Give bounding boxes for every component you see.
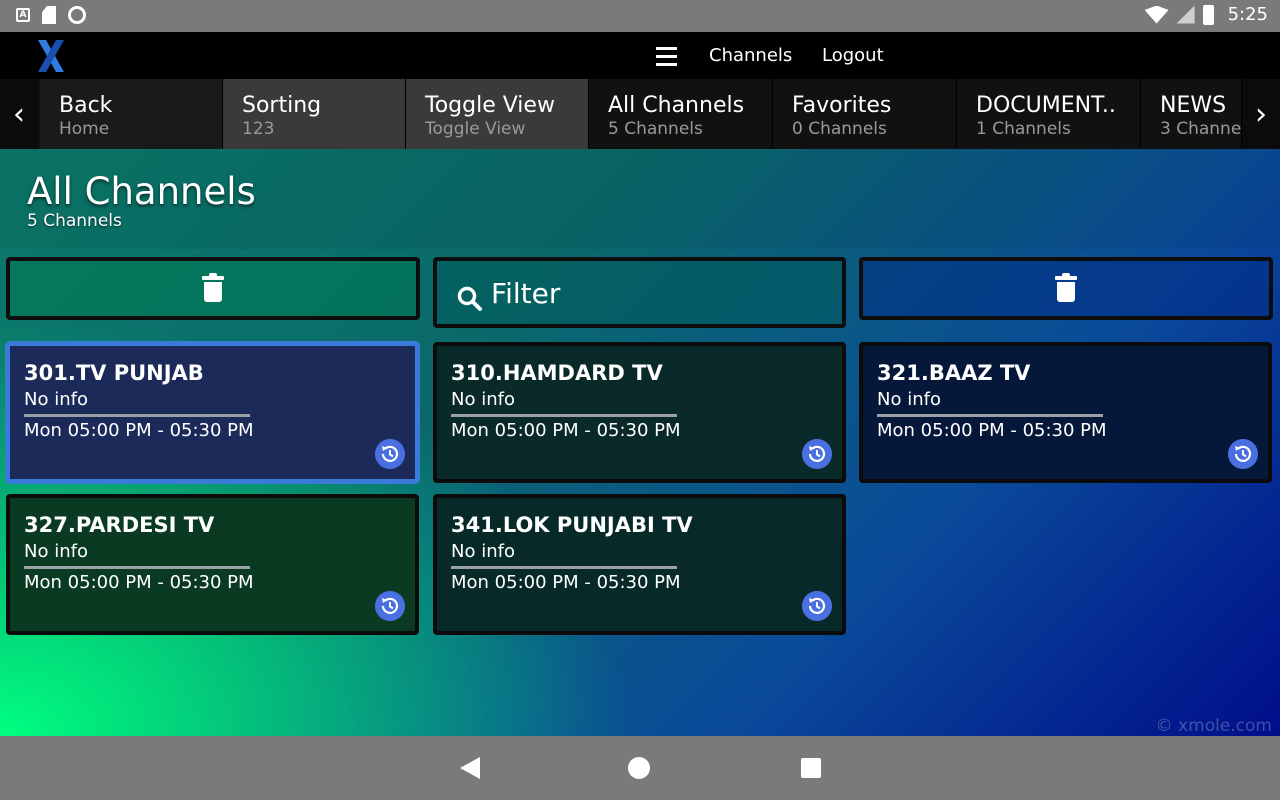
clear-left-button[interactable] (6, 257, 420, 320)
program-info: No info (451, 541, 515, 562)
page-title: All Channels (27, 170, 256, 213)
program-progress-bar (451, 414, 677, 417)
filter-input[interactable]: Filter (433, 257, 846, 328)
filter-label: Filter (491, 277, 561, 310)
channel-card[interactable]: 321.BAAZ TV No info Mon 05:00 PM - 05:30… (859, 342, 1272, 483)
category-subtitle: Home (59, 119, 110, 139)
page-subtitle: 5 Channels (27, 211, 122, 231)
category-favorites[interactable]: Favorites 0 Channels (773, 79, 957, 149)
search-icon (457, 286, 482, 311)
app-bar: Channels Logout (0, 32, 1280, 79)
channel-card[interactable]: 341.LOK PUNJABI TV No info Mon 05:00 PM … (433, 494, 846, 635)
logout-link[interactable]: Logout (822, 45, 884, 66)
sd-card-icon (42, 6, 56, 24)
clear-right-button[interactable] (859, 257, 1273, 320)
category-subtitle: 3 Channe (1160, 119, 1242, 139)
main-content: All Channels 5 Channels Filter 301.TV PU… (0, 149, 1280, 736)
program-progress-bar (24, 566, 250, 569)
category-subtitle: 1 Channels (976, 119, 1071, 139)
watermark: © xmole.com (1155, 716, 1272, 736)
history-icon[interactable] (1228, 439, 1258, 469)
category-title: Favorites (792, 93, 892, 118)
category-subtitle: 5 Channels (608, 119, 703, 139)
scroll-left-arrow-icon[interactable]: ‹ (0, 79, 38, 149)
cell-signal-icon (1176, 5, 1195, 24)
app-logo-x-icon[interactable] (36, 36, 66, 76)
category-back[interactable]: Back Home (40, 79, 223, 149)
category-toggle-view[interactable]: Toggle View Toggle View (406, 79, 589, 149)
program-info: No info (877, 389, 941, 410)
history-icon[interactable] (375, 591, 405, 621)
category-documentary[interactable]: DOCUMENT.. 1 Channels (957, 79, 1141, 149)
channel-name: 301.TV PUNJAB (24, 361, 204, 385)
nav-back-icon[interactable] (460, 757, 480, 779)
channel-name: 341.LOK PUNJABI TV (451, 513, 693, 537)
program-time: Mon 05:00 PM - 05:30 PM (451, 420, 681, 441)
channel-card[interactable]: 301.TV PUNJAB No info Mon 05:00 PM - 05:… (6, 342, 419, 483)
wifi-icon (1144, 5, 1169, 24)
status-time: 5:25 (1227, 4, 1268, 25)
nav-recents-icon[interactable] (801, 758, 821, 778)
program-time: Mon 05:00 PM - 05:30 PM (24, 420, 254, 441)
program-progress-bar (451, 566, 677, 569)
category-title: Sorting (242, 93, 322, 118)
category-title: DOCUMENT.. (976, 93, 1116, 118)
history-icon[interactable] (802, 439, 832, 469)
status-bar: A 5:25 (0, 0, 1280, 32)
trash-icon (202, 272, 224, 302)
channel-name: 310.HAMDARD TV (451, 361, 663, 385)
scroll-right-arrow-icon[interactable]: › (1242, 79, 1280, 149)
accessibility-notification-icon: A (16, 8, 30, 22)
system-nav-bar (0, 736, 1280, 800)
program-info: No info (24, 389, 88, 410)
category-title: All Channels (608, 93, 745, 118)
category-news[interactable]: NEWS 3 Channe (1141, 79, 1242, 149)
category-bar: ‹ Back Home Sorting 123 Toggle View Togg… (0, 79, 1280, 149)
channel-name: 327.PARDESI TV (24, 513, 215, 537)
category-subtitle: 123 (242, 119, 275, 139)
hamburger-menu-icon[interactable] (656, 47, 677, 66)
trash-icon (1055, 272, 1077, 302)
channel-card[interactable]: 327.PARDESI TV No info Mon 05:00 PM - 05… (6, 494, 419, 635)
category-all-channels[interactable]: All Channels 5 Channels (589, 79, 773, 149)
program-info: No info (451, 389, 515, 410)
category-sorting[interactable]: Sorting 123 (223, 79, 406, 149)
channels-link[interactable]: Channels (709, 45, 792, 66)
category-subtitle: 0 Channels (792, 119, 887, 139)
sync-circle-icon (68, 6, 86, 24)
battery-icon (1202, 4, 1214, 25)
channel-name: 321.BAAZ TV (877, 361, 1031, 385)
program-progress-bar (24, 414, 250, 417)
program-time: Mon 05:00 PM - 05:30 PM (877, 420, 1107, 441)
category-title: NEWS (1160, 93, 1227, 118)
program-time: Mon 05:00 PM - 05:30 PM (451, 572, 681, 593)
program-time: Mon 05:00 PM - 05:30 PM (24, 572, 254, 593)
channel-card[interactable]: 310.HAMDARD TV No info Mon 05:00 PM - 05… (433, 342, 846, 483)
category-subtitle: Toggle View (425, 119, 526, 139)
program-info: No info (24, 541, 88, 562)
category-title: Toggle View (425, 93, 555, 118)
nav-home-icon[interactable] (628, 757, 650, 779)
history-icon[interactable] (375, 439, 405, 469)
program-progress-bar (877, 414, 1103, 417)
category-title: Back (59, 93, 113, 118)
history-icon[interactable] (802, 591, 832, 621)
